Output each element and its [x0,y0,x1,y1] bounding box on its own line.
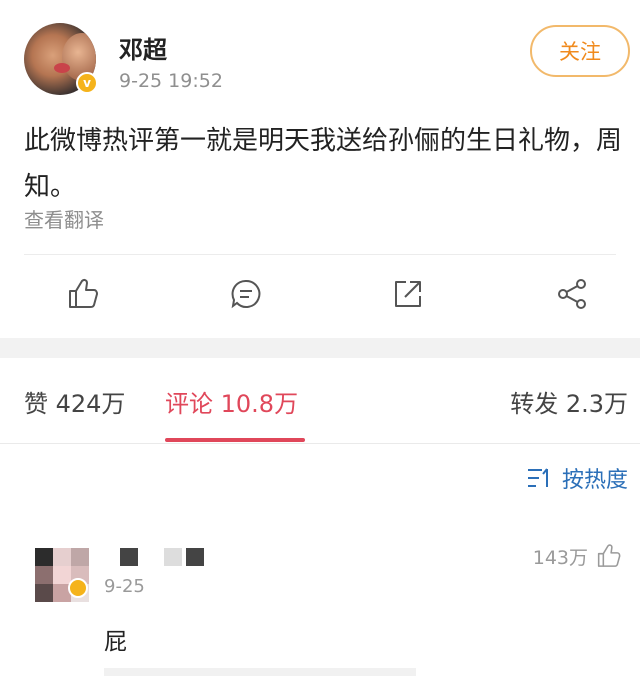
post-body-text: 此微博热评第一就是明天我送给孙俪的生日礼物，周知。 [24,126,623,202]
sort-icon [527,468,548,487]
post-header: v 邓超 9-25 19:52 关注 [0,0,640,110]
commenter-verified-icon [68,578,88,598]
active-tab-indicator [165,438,305,442]
comment-item: 9-25 143万 屁 [0,540,640,676]
divider [24,254,616,255]
reply-preview[interactable] [104,668,416,676]
share-out-icon[interactable] [390,276,426,312]
post-timestamp: 9-25 19:52 [119,70,223,92]
post-action-bar [0,270,640,326]
comment-like-count: 143万 [532,546,588,569]
thumbs-up-icon[interactable] [64,276,100,312]
share-nodes-icon[interactable] [554,276,590,312]
engagement-tabs: 赞 424万 评论 10.8万 转发 2.3万 [0,358,640,444]
section-separator [0,338,640,358]
translate-link[interactable]: 查看翻译 [24,204,104,233]
sort-label: 按热度 [561,468,628,493]
comment-timestamp: 9-25 [104,576,145,597]
tab-reposts[interactable]: 转发 2.3万 [510,384,628,419]
follow-button[interactable]: 关注 [530,25,630,77]
thumbs-up-icon [597,544,621,567]
tab-likes[interactable]: 赞 424万 [24,384,125,419]
comment-text: 屁 [104,629,127,655]
avatar-detail [54,63,70,73]
tab-comments[interactable]: 评论 10.8万 [165,384,298,419]
comment-like-button[interactable]: 143万 [533,542,622,570]
comment-icon[interactable] [228,276,264,312]
verified-badge-icon: v [76,72,98,94]
sort-toggle[interactable]: 按热度 [526,462,628,494]
author-name[interactable]: 邓超 [119,30,167,65]
commenter-name-redacted[interactable] [120,548,208,566]
